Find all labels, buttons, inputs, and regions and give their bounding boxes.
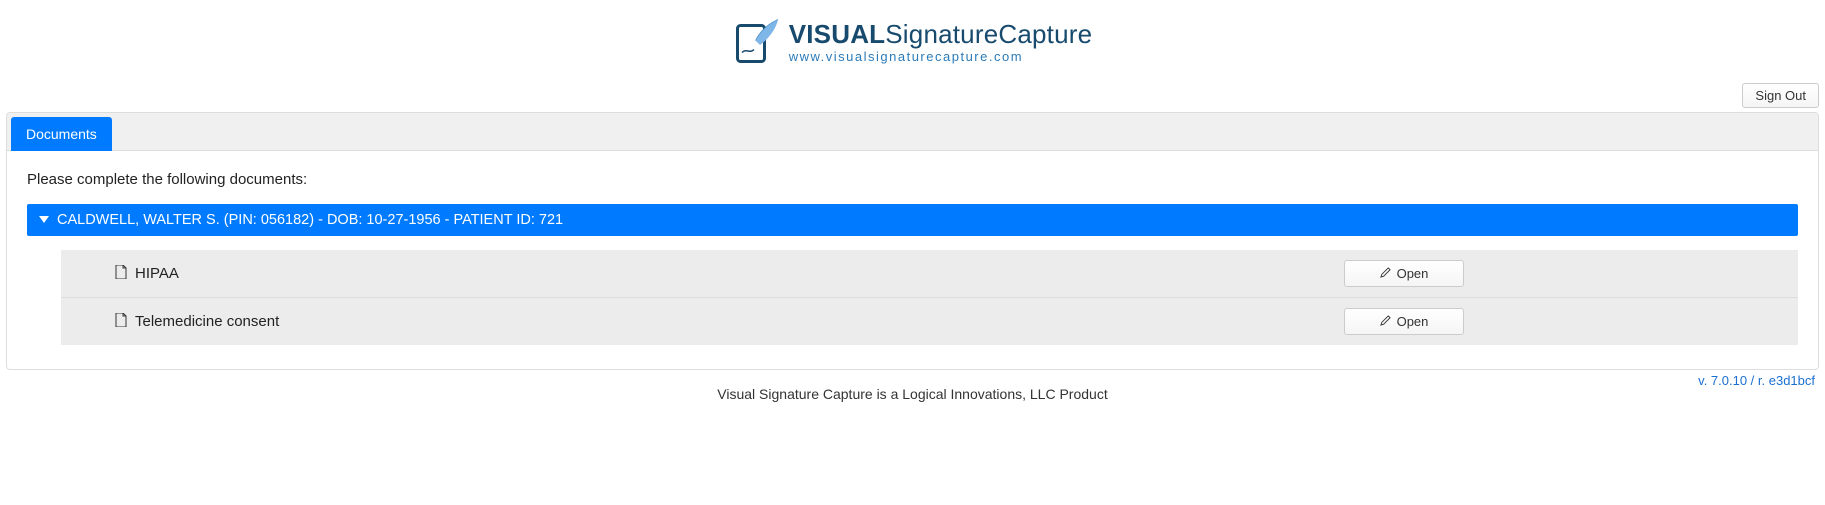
open-button[interactable]: Open (1344, 260, 1464, 287)
document-row: Telemedicine consent Open (61, 297, 1798, 345)
pencil-icon (1380, 314, 1391, 329)
open-button-label: Open (1397, 266, 1429, 281)
app-logo: VISUALSignatureCapture www.visualsignatu… (0, 0, 1825, 77)
footer-text: Visual Signature Capture is a Logical In… (717, 386, 1107, 402)
tabs-bar: Documents (7, 113, 1818, 151)
main-panel: Documents Please complete the following … (6, 112, 1819, 370)
logo-url: www.visualsignaturecapture.com (789, 50, 1023, 63)
document-row: HIPAA Open (61, 250, 1798, 297)
footer: Visual Signature Capture is a Logical In… (0, 370, 1825, 408)
file-icon (115, 313, 127, 330)
document-list: HIPAA Open Telemedicine conse (61, 250, 1798, 345)
patient-header-text: CALDWELL, WALTER S. (PIN: 056182) - DOB:… (57, 212, 563, 228)
document-name: Telemedicine consent (135, 313, 279, 330)
pencil-icon (1380, 266, 1391, 281)
patient-accordion-header[interactable]: CALDWELL, WALTER S. (PIN: 056182) - DOB:… (27, 204, 1798, 236)
tablet-feather-icon (733, 18, 781, 66)
tab-documents[interactable]: Documents (11, 117, 112, 151)
open-button[interactable]: Open (1344, 308, 1464, 335)
logo-text: VISUALSignatureCapture (789, 21, 1093, 47)
open-button-label: Open (1397, 314, 1429, 329)
document-name: HIPAA (135, 265, 179, 282)
version-text: v. 7.0.10 / r. e3d1bcf (1698, 373, 1815, 388)
sign-out-button[interactable]: Sign Out (1742, 83, 1819, 108)
file-icon (115, 265, 127, 282)
caret-down-icon (39, 212, 49, 228)
instruction-text: Please complete the following documents: (27, 171, 1798, 188)
